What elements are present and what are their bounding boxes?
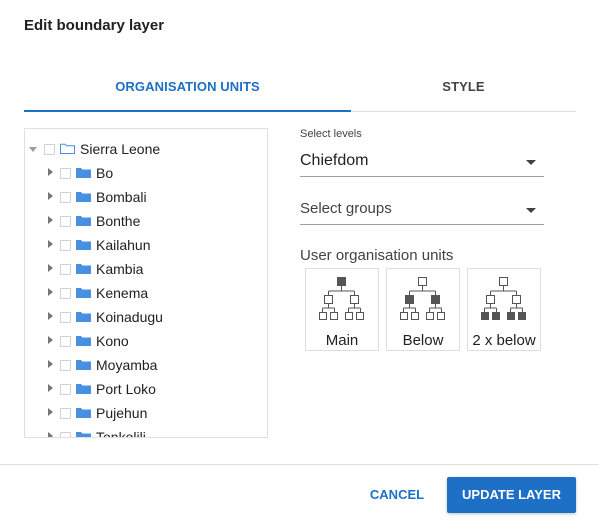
tree-item-label: Port Loko — [96, 381, 156, 397]
tree-item-label: Bombali — [96, 189, 147, 205]
tree-item-label: Tonkolili — [96, 429, 146, 438]
tree-checkbox[interactable] — [60, 216, 71, 227]
select-groups-dropdown[interactable]: Select groups — [300, 196, 544, 225]
select-levels-label: Select levels — [300, 128, 362, 140]
expand-right-icon[interactable] — [48, 192, 53, 200]
tree-checkbox[interactable] — [60, 360, 71, 371]
update-layer-button[interactable]: UPDATE LAYER — [447, 477, 576, 513]
folder-icon — [76, 192, 91, 202]
tree-checkbox[interactable] — [60, 168, 71, 179]
folder-open-icon — [60, 143, 75, 154]
tree-item-label: Pujehun — [96, 405, 148, 421]
hierarchy-main-icon — [319, 277, 364, 320]
expand-right-icon[interactable] — [48, 384, 53, 392]
tree-checkbox[interactable] — [60, 192, 71, 203]
tree-item[interactable]: Kailahun — [25, 235, 265, 255]
expand-right-icon[interactable] — [48, 264, 53, 272]
user-org-unit-below-button[interactable]: Below — [386, 268, 460, 351]
tree-root-label: Sierra Leone — [80, 141, 161, 157]
tree-checkbox[interactable] — [60, 384, 71, 395]
tree-checkbox[interactable] — [60, 312, 71, 323]
tree-checkbox[interactable] — [60, 240, 71, 251]
tab-organisation-units[interactable]: ORGANISATION UNITS — [24, 68, 351, 111]
tree-item[interactable]: Kenema — [25, 283, 265, 303]
tree-item-label: Kono — [96, 333, 129, 349]
edit-boundary-layer-dialog: Edit boundary layer ORGANISATION UNITS S… — [0, 0, 599, 525]
expand-right-icon[interactable] — [48, 216, 53, 224]
tree-item-label: Moyamba — [96, 357, 158, 373]
tree-item-label: Kambia — [96, 261, 144, 277]
folder-icon — [76, 336, 91, 346]
tree-item-label: Bonthe — [96, 213, 141, 229]
expand-right-icon[interactable] — [48, 312, 53, 320]
user-org-unit-main-button[interactable]: Main — [305, 268, 379, 351]
main-button-label: Main — [325, 332, 359, 349]
tree-item[interactable]: Pujehun — [25, 403, 265, 423]
dropdown-arrow-icon — [526, 160, 536, 165]
tree-checkbox[interactable] — [44, 144, 55, 155]
select-levels-dropdown[interactable]: Chiefdom — [300, 148, 544, 177]
hierarchy-below-icon — [400, 277, 445, 320]
active-tab-indicator — [24, 110, 351, 112]
expand-right-icon[interactable] — [48, 360, 53, 368]
tree-checkbox[interactable] — [60, 432, 71, 437]
folder-icon — [76, 312, 91, 322]
folder-icon — [76, 408, 91, 418]
hierarchy-2-below-icon — [481, 277, 526, 320]
cancel-button[interactable]: CANCEL — [360, 477, 434, 513]
tree-checkbox[interactable] — [60, 288, 71, 299]
user-org-unit-2-below-button[interactable]: 2 x below — [467, 268, 541, 351]
tree-item[interactable]: Bo — [25, 163, 265, 183]
user-org-units-label: User organisation units — [300, 247, 454, 264]
expand-right-icon[interactable] — [48, 336, 53, 344]
tab-style[interactable]: STYLE — [351, 68, 576, 111]
folder-icon — [76, 360, 91, 370]
tab-bar: ORGANISATION UNITS STYLE — [24, 68, 576, 112]
selected-level-value: Chiefdom — [300, 152, 369, 169]
folder-icon — [76, 168, 91, 178]
expand-right-icon[interactable] — [48, 288, 53, 296]
tree-item-label: Kailahun — [96, 237, 151, 253]
org-unit-tree[interactable]: Sierra Leone Bo Bombali Bonthe Kailahun Kamb… — [24, 128, 268, 438]
expand-right-icon[interactable] — [48, 432, 53, 437]
expand-right-icon[interactable] — [48, 240, 53, 248]
tree-item[interactable]: Koinadugu — [25, 307, 265, 327]
dropdown-arrow-icon — [526, 208, 536, 213]
tree-item[interactable]: Port Loko — [25, 379, 265, 399]
folder-icon — [76, 432, 91, 437]
dialog-title: Edit boundary layer — [24, 17, 165, 34]
tree-item[interactable]: Bombali — [25, 187, 265, 207]
expand-right-icon[interactable] — [48, 168, 53, 176]
tree-checkbox[interactable] — [60, 408, 71, 419]
tree-item[interactable]: Kambia — [25, 259, 265, 279]
tree-root-row[interactable]: Sierra Leone — [25, 139, 265, 159]
tree-item[interactable]: Tonkolili — [25, 427, 265, 438]
select-groups-placeholder: Select groups — [300, 200, 392, 217]
expand-down-icon[interactable] — [29, 147, 37, 152]
folder-icon — [76, 216, 91, 226]
folder-icon — [76, 288, 91, 298]
tree-item[interactable]: Bonthe — [25, 211, 265, 231]
tree-item[interactable]: Kono — [25, 331, 265, 351]
tree-item-label: Kenema — [96, 285, 149, 301]
tree-item-label: Bo — [96, 165, 114, 181]
tree-checkbox[interactable] — [60, 264, 71, 275]
below-button-label: Below — [402, 332, 444, 349]
folder-icon — [76, 384, 91, 394]
folder-icon — [76, 240, 91, 250]
folder-icon — [76, 264, 91, 274]
tree-checkbox[interactable] — [60, 336, 71, 347]
tree-item[interactable]: Moyamba — [25, 355, 265, 375]
expand-right-icon[interactable] — [48, 408, 53, 416]
tree-item-label: Koinadugu — [96, 309, 163, 325]
2-below-button-label: 2 x below — [472, 332, 536, 349]
footer-divider — [0, 464, 599, 465]
